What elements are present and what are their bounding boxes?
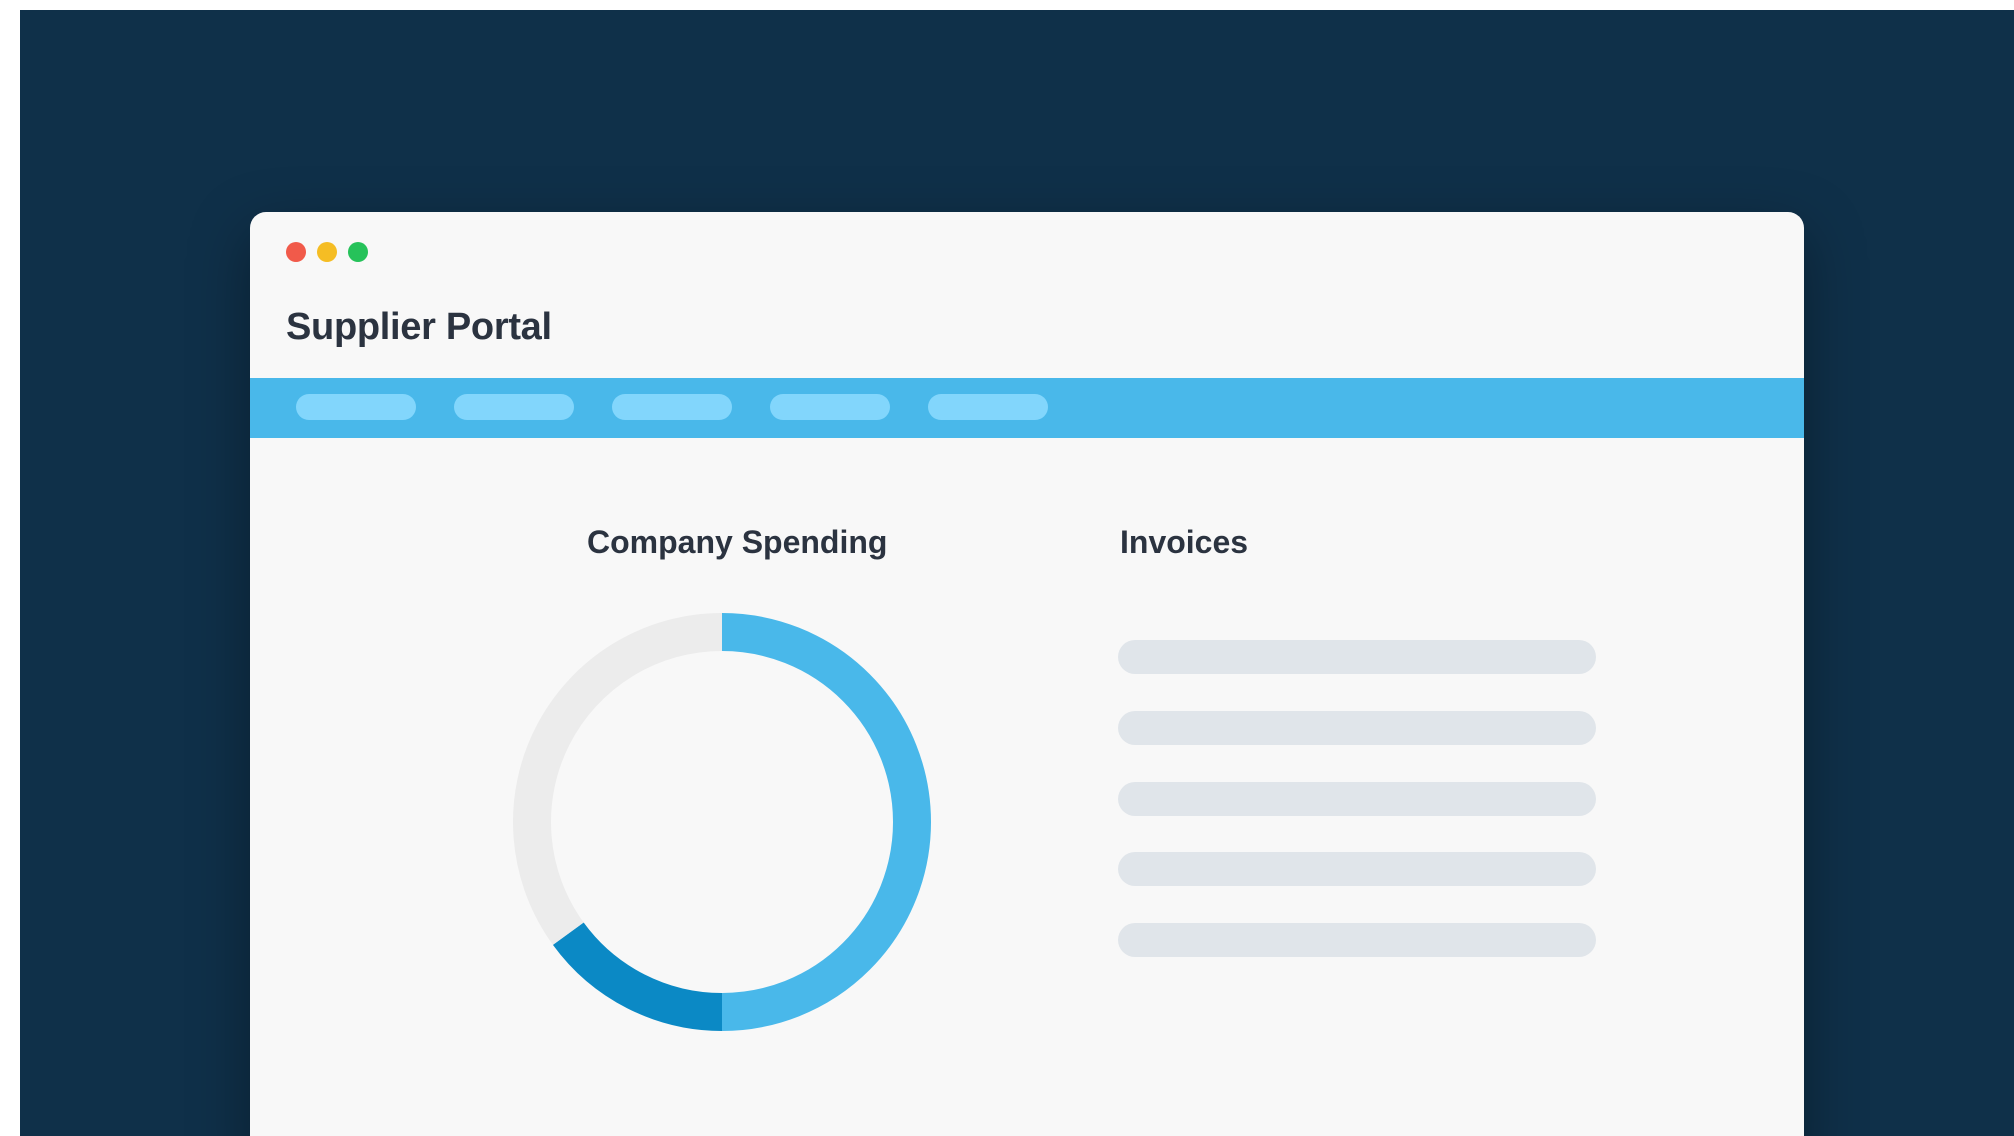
nav-item-1[interactable] (296, 394, 416, 420)
donut-segment-secondary (552, 922, 723, 1031)
app-window: Supplier Portal Company Spending Invoice… (250, 212, 1804, 1136)
spending-title: Company Spending (587, 524, 888, 560)
zoom-window-button[interactable] (348, 242, 368, 262)
donut-segment-remainder (513, 613, 723, 945)
spending-donut-chart (513, 613, 931, 1031)
window-controls (286, 242, 368, 262)
nav-item-5[interactable] (928, 394, 1048, 420)
donut-segment-primary (721, 613, 931, 1031)
nav-bar (250, 378, 1804, 438)
desktop-background: Supplier Portal Company Spending Invoice… (20, 10, 2014, 1136)
close-window-button[interactable] (286, 242, 306, 262)
invoice-line (1118, 711, 1596, 745)
app-title: Supplier Portal (286, 306, 552, 348)
nav-item-2[interactable] (454, 394, 574, 420)
invoice-line (1118, 782, 1596, 816)
minimize-window-button[interactable] (317, 242, 337, 262)
invoices-title: Invoices (1120, 524, 1249, 560)
invoice-line (1118, 923, 1596, 957)
nav-item-3[interactable] (612, 394, 732, 420)
invoice-line (1118, 852, 1596, 886)
nav-item-4[interactable] (770, 394, 890, 420)
invoice-line (1118, 640, 1596, 674)
